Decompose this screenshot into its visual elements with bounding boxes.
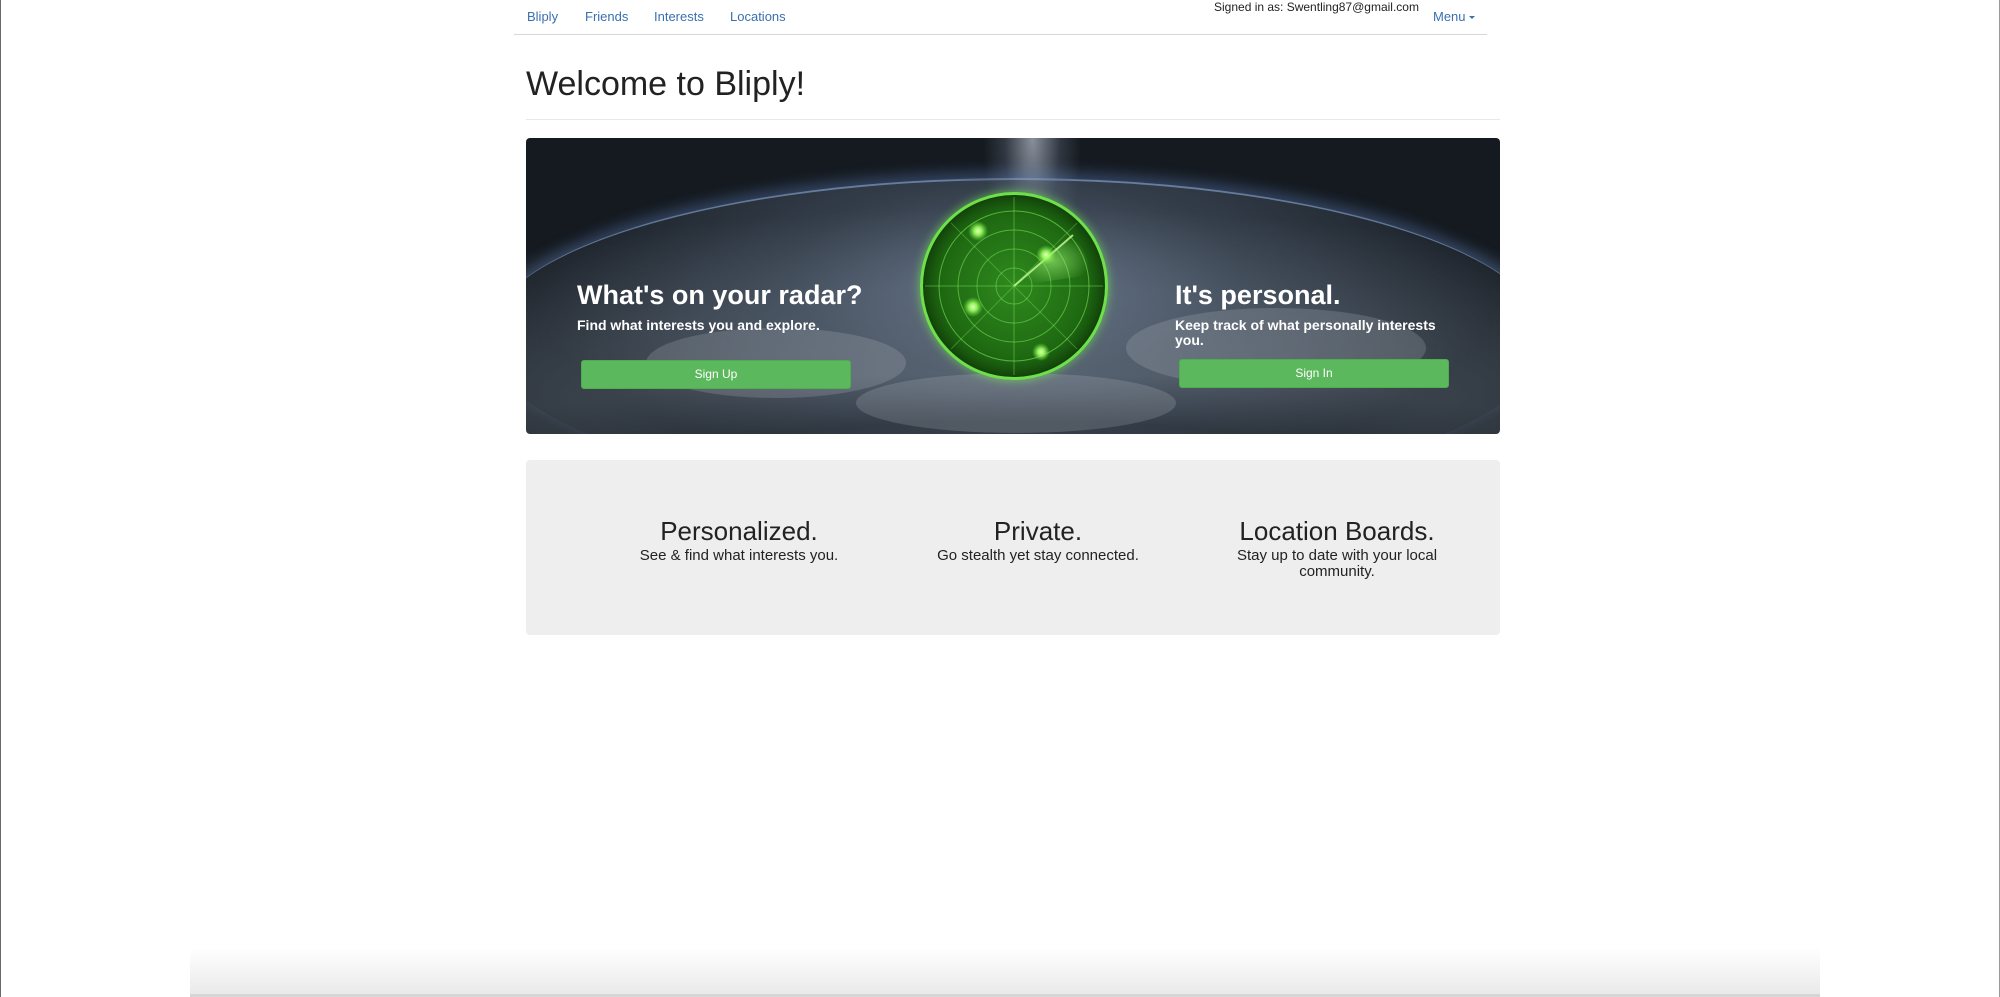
title-divider (526, 119, 1500, 120)
menu-label: Menu (1433, 9, 1466, 24)
hero-left-heading: What's on your radar? (577, 280, 863, 310)
feature-personalized: Personalized. See & find what interests … (604, 516, 874, 564)
feature-title: Location Boards. (1239, 516, 1435, 546)
hero-right-heading: It's personal. (1175, 280, 1341, 310)
window-edge-left (0, 0, 1, 997)
cloud-shape (856, 373, 1176, 433)
radar-blip (1032, 343, 1050, 361)
signed-in-status: Signed in as: Swentling87@gmail.com (1214, 0, 1419, 14)
radar-graphic (925, 197, 1103, 375)
hero-banner: What's on your radar? Find what interest… (526, 138, 1500, 434)
features-panel: Personalized. See & find what interests … (526, 460, 1500, 635)
feature-text: Go stealth yet stay connected. (937, 547, 1139, 564)
radar-blip (1036, 245, 1056, 265)
sign-up-button[interactable]: Sign Up (581, 360, 851, 389)
page-title: Welcome to Bliply! (526, 65, 806, 103)
feature-location-boards: Location Boards. Stay up to date with yo… (1202, 516, 1472, 580)
radar-blip (968, 221, 988, 241)
nav-brand-link[interactable]: Bliply (527, 10, 558, 24)
top-navbar: Bliply Friends Interests Locations Signe… (514, 0, 1487, 35)
feature-title: Personalized. (660, 516, 818, 546)
feature-title: Private. (993, 516, 1083, 546)
window-bottom-shadow (190, 948, 1820, 997)
radar-blip (963, 297, 983, 317)
feature-text: Stay up to date with your local communit… (1236, 547, 1438, 580)
hero-left-subtext: Find what interests you and explore. (577, 317, 820, 333)
nav-link-locations[interactable]: Locations (730, 10, 786, 24)
caret-down-icon (1468, 16, 1475, 20)
nav-link-interests[interactable]: Interests (654, 10, 704, 24)
hero-right-subtext: Keep track of what personally interests … (1175, 317, 1436, 348)
feature-text: See & find what interests you. (639, 547, 839, 564)
menu-dropdown-toggle[interactable]: Menu (1433, 10, 1475, 24)
feature-private: Private. Go stealth yet stay connected. (903, 516, 1173, 564)
sign-in-button[interactable]: Sign In (1179, 359, 1449, 388)
radar-icon (920, 192, 1108, 380)
nav-link-friends[interactable]: Friends (585, 10, 628, 24)
